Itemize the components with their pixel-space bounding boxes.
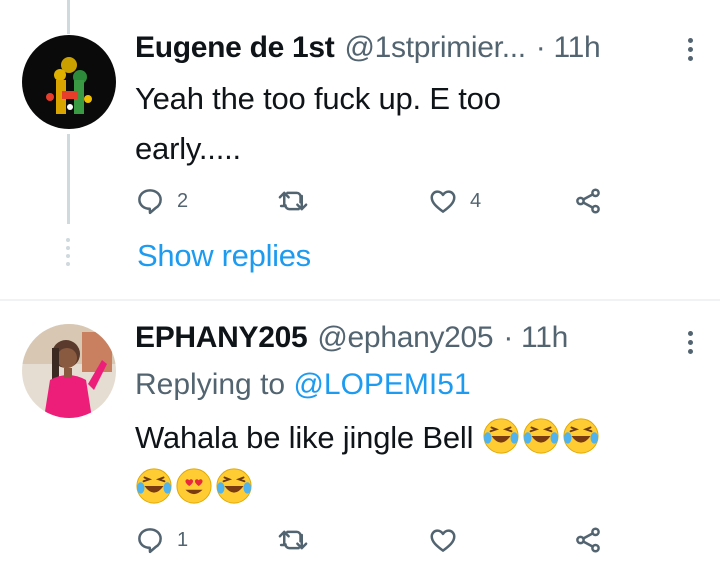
reply-count: 2 xyxy=(177,189,189,212)
heart-eyes-emoji xyxy=(176,468,212,504)
laughing-crying-emoji xyxy=(136,468,172,504)
display-name[interactable]: Eugene de 1st xyxy=(135,30,335,66)
replying-to: Replying to @LOPEMI51 xyxy=(135,367,471,403)
tweet-text-block: Wahala be like jingle Bell xyxy=(135,413,605,513)
more-icon[interactable] xyxy=(688,331,694,354)
tweet-eugene[interactable]: Eugene de 1st @1stprimier... · 11h Yeah … xyxy=(0,0,720,300)
retweet-button[interactable] xyxy=(278,186,320,216)
tweet-actions: 1 xyxy=(135,525,615,561)
tweet-header: EPHANY205 @ephany205 · 11h xyxy=(135,320,568,356)
reply-button[interactable]: 2 xyxy=(135,186,188,216)
reply-icon xyxy=(138,528,162,554)
heart-icon xyxy=(430,190,456,213)
share-button[interactable] xyxy=(573,525,603,555)
share-icon xyxy=(576,527,600,553)
user-handle[interactable]: @ephany205 xyxy=(317,320,493,356)
retweet-icon xyxy=(278,530,308,550)
retweet-button[interactable] xyxy=(278,525,320,555)
user-handle[interactable]: @1stprimier... xyxy=(345,30,527,66)
tweet-text: Yeah the too fuck up. E too early..... xyxy=(135,81,501,166)
laughing-crying-emoji xyxy=(216,468,252,504)
timestamp[interactable]: 11h xyxy=(521,320,568,356)
share-icon xyxy=(576,188,600,214)
show-replies-link[interactable]: Show replies xyxy=(137,238,311,274)
laughing-crying-emoji xyxy=(483,418,519,454)
like-count: 4 xyxy=(470,189,482,212)
reply-icon xyxy=(138,189,162,215)
laughing-crying-emoji xyxy=(523,418,559,454)
timestamp[interactable]: 11h xyxy=(554,30,601,66)
replying-to-prefix: Replying to xyxy=(135,368,294,401)
reply-count: 1 xyxy=(177,528,189,551)
tweet-header: Eugene de 1st @1stprimier... · 11h xyxy=(135,30,601,66)
like-button[interactable]: 4 xyxy=(428,186,481,216)
avatar[interactable] xyxy=(22,324,116,418)
retweet-icon xyxy=(278,191,308,211)
display-name[interactable]: EPHANY205 xyxy=(135,320,308,356)
tweet-ephany[interactable]: EPHANY205 @ephany205 · 11h Replying to @… xyxy=(0,301,720,583)
tweet-text: Wahala be like jingle Bell xyxy=(135,420,474,455)
reply-button[interactable]: 1 xyxy=(135,525,188,555)
more-icon[interactable] xyxy=(688,38,694,61)
laughing-crying-emoji xyxy=(563,418,599,454)
like-button[interactable] xyxy=(428,525,470,555)
tweet-actions: 2 4 xyxy=(135,186,615,222)
separator: · xyxy=(535,31,546,64)
share-button[interactable] xyxy=(573,186,603,216)
heart-icon xyxy=(430,529,456,552)
separator: · xyxy=(503,321,514,354)
mention-link[interactable]: @LOPEMI51 xyxy=(293,368,470,401)
avatar[interactable] xyxy=(22,35,116,129)
